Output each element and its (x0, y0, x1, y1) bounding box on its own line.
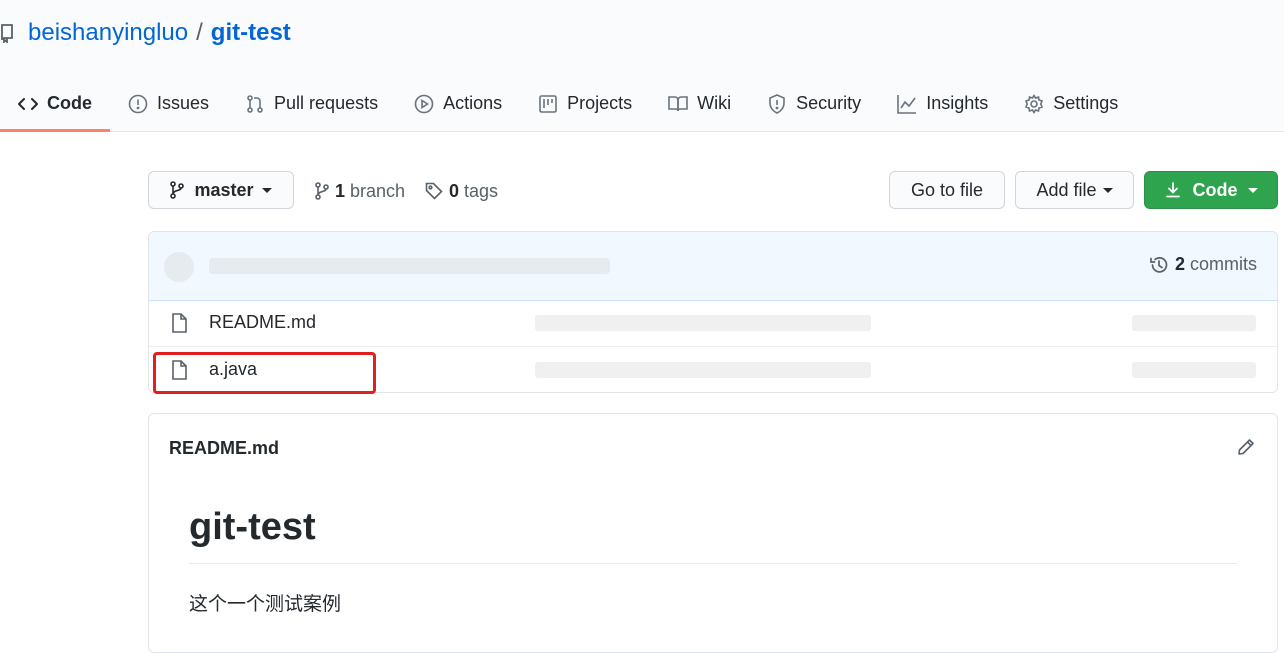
commit-message-placeholder (209, 258, 610, 274)
branch-icon (315, 182, 329, 200)
chevron-down-icon (1247, 187, 1258, 193)
issue-opened-icon (128, 94, 148, 114)
repo-owner-link[interactable]: beishanyingluo (28, 19, 188, 47)
tags-link[interactable]: 0 tags (425, 178, 498, 204)
readme-title: git-test (189, 506, 316, 548)
chevron-down-icon (1102, 187, 1113, 193)
tab-label: Insights (926, 93, 989, 113)
tag-count: 0 (449, 180, 460, 201)
latest-commit-bar: 2 commits (149, 232, 1277, 301)
repo-icon (0, 20, 18, 46)
last-commit-placeholder (535, 362, 871, 378)
book-icon (668, 94, 688, 114)
tab-projects[interactable]: Projects (520, 76, 650, 131)
graph-icon (897, 94, 917, 114)
git-pull-request-icon (245, 94, 265, 114)
commit-date-placeholder (1132, 315, 1256, 331)
tab-actions[interactable]: Actions (396, 76, 520, 131)
last-commit-placeholder (535, 315, 871, 331)
commit-date-placeholder (1132, 362, 1256, 378)
pencil-icon[interactable] (1237, 438, 1255, 461)
tab-settings[interactable]: Settings (1006, 76, 1136, 131)
tag-count-label: tags (464, 180, 499, 201)
add-file-label: Add file (1036, 179, 1097, 200)
project-icon (538, 94, 558, 114)
add-file-button[interactable]: Add file (1015, 171, 1134, 209)
branch-count: 1 (335, 180, 346, 201)
tab-label: Actions (443, 93, 503, 113)
shield-icon (767, 93, 787, 114)
branch-name: master (194, 179, 254, 200)
branches-link[interactable]: 1 branch (315, 178, 405, 204)
tab-code[interactable]: Code (0, 76, 110, 132)
tab-label: Wiki (697, 93, 732, 113)
file-name-link[interactable]: README.md (209, 312, 316, 333)
go-to-file-button[interactable]: Go to file (889, 171, 1005, 209)
heading-divider (189, 563, 1237, 564)
tab-pull-requests[interactable]: Pull requests (227, 76, 396, 131)
commit-count: 2 (1174, 254, 1185, 274)
gear-icon (1024, 93, 1044, 114)
readme-box: README.md git-test 这个一个测试案例 (148, 413, 1278, 653)
tab-label: Issues (157, 93, 210, 113)
history-icon (1149, 255, 1169, 275)
branch-count-label: branch (350, 180, 406, 201)
tag-icon (425, 182, 443, 200)
chevron-down-icon (261, 187, 272, 193)
repo-path-separator: / (196, 19, 203, 46)
tab-insights[interactable]: Insights (879, 76, 1006, 131)
tab-security[interactable]: Security (749, 76, 879, 131)
repo-title: beishanyingluo / git-test (0, 16, 291, 50)
readme-header: README.md (169, 438, 280, 458)
readme-paragraph: 这个一个测试案例 (189, 594, 342, 615)
commits-link[interactable]: 2 commits (1149, 254, 1257, 275)
repo-nav-tabs: Code Issues Pull requests Actions Projec… (0, 76, 1136, 132)
repo-name-link[interactable]: git-test (211, 19, 291, 47)
tab-label: Projects (567, 93, 633, 113)
file-icon (171, 313, 187, 338)
file-row[interactable]: README.md (149, 300, 1277, 346)
branch-select-button[interactable]: master (148, 171, 294, 209)
download-icon (1165, 182, 1181, 198)
tab-label: Pull requests (274, 93, 379, 113)
tab-label: Code (47, 93, 92, 113)
tab-issues[interactable]: Issues (110, 76, 227, 131)
highlight-annotation (153, 352, 376, 394)
commit-count-label: commits (1190, 254, 1257, 274)
tab-wiki[interactable]: Wiki (650, 76, 749, 131)
code-icon (18, 94, 38, 114)
play-icon (414, 94, 434, 114)
code-button-label: Code (1192, 179, 1238, 200)
repo-header: beishanyingluo / git-test Code Issues Pu… (0, 0, 1284, 132)
tab-label: Security (796, 93, 862, 113)
tab-label: Settings (1053, 93, 1119, 113)
branch-icon (170, 181, 185, 199)
code-download-button[interactable]: Code (1144, 171, 1278, 209)
avatar-placeholder (164, 252, 194, 282)
